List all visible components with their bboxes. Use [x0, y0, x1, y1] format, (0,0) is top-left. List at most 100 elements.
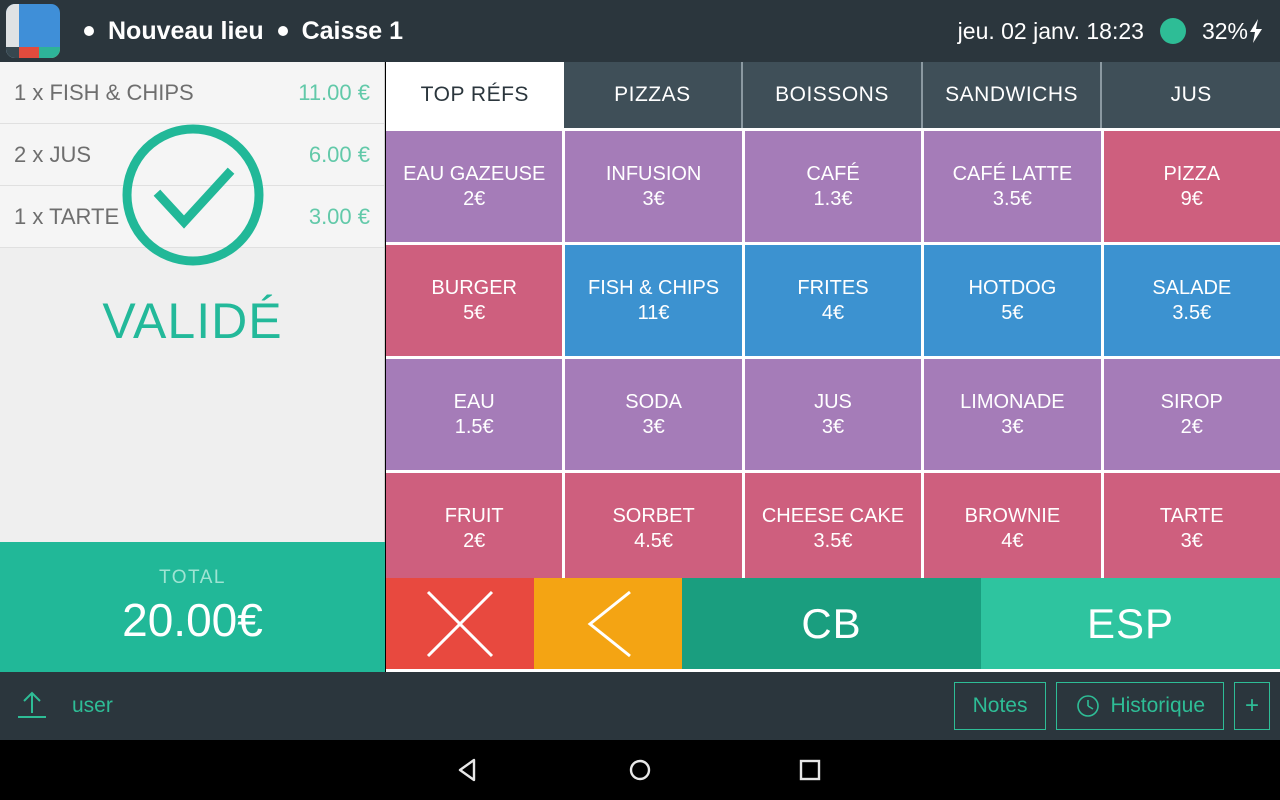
cancel-button[interactable] [386, 578, 534, 669]
bullet-dot-icon [277, 26, 288, 36]
user-label: user [72, 694, 113, 717]
order-line-price: 3.00 € [308, 203, 370, 229]
product-price: 9€ [1180, 187, 1203, 210]
product-name: EAU GAZEUSE [403, 162, 546, 185]
product-price: 3.5€ [992, 187, 1032, 210]
pos-app-screen: Nouveau lieu Caisse 1 jeu. 02 janv. 18:2… [0, 0, 1280, 800]
product-name: SODA [625, 390, 682, 413]
tab-sandwichs[interactable]: SANDWICHS [923, 62, 1103, 128]
product-tile[interactable]: SORBET 4.5€ [565, 473, 742, 584]
product-price: 4€ [1001, 529, 1024, 552]
product-tile[interactable]: FISH & CHIPS 11€ [565, 245, 742, 356]
upload-arrow-icon [18, 691, 46, 718]
product-tile[interactable]: EAU 1.5€ [386, 359, 563, 470]
nav-back-button[interactable] [385, 756, 555, 784]
product-tile[interactable]: CHEESE CAKE 3.5€ [744, 473, 922, 584]
product-tile[interactable]: BROWNIE 4€ [924, 473, 1101, 584]
add-button[interactable]: + [1234, 682, 1270, 730]
product-price: 2€ [1180, 415, 1203, 438]
order-line-label: 1 x FISH & CHIPS [14, 79, 194, 105]
product-price: 5€ [463, 301, 486, 324]
history-button[interactable]: Historique [1056, 682, 1224, 730]
product-name: CHEESE CAKE [761, 504, 905, 527]
tab-jus[interactable]: JUS [1102, 62, 1280, 128]
product-name: INFUSION [605, 162, 702, 185]
product-tile[interactable]: JUS 3€ [744, 359, 922, 470]
product-name: FRUIT [444, 504, 504, 527]
order-line-price: 6.00 € [308, 141, 370, 167]
product-price: 3.5€ [813, 529, 853, 552]
product-tile[interactable]: FRITES 4€ [744, 245, 922, 356]
back-button[interactable] [534, 578, 682, 669]
venue-name: Nouveau lieu [108, 16, 264, 45]
category-tabs: TOP RÉFS PIZZAS BOISSONS SANDWICHS JUS [386, 62, 1280, 128]
status-bar: Nouveau lieu Caisse 1 jeu. 02 janv. 18:2… [0, 0, 1280, 62]
notes-button[interactable]: Notes [953, 682, 1047, 730]
tab-boissons[interactable]: BOISSONS [743, 62, 923, 128]
product-tile[interactable]: LIMONADE 3€ [924, 359, 1101, 470]
product-name: CAFÉ [806, 162, 860, 185]
notes-label: Notes [972, 694, 1028, 717]
order-line-label: 2 x JUS [14, 141, 92, 167]
product-name: BURGER [431, 276, 517, 299]
nav-home-button[interactable] [555, 756, 725, 784]
clock-icon [1077, 695, 1100, 717]
tab-top-refs[interactable]: TOP RÉFS [386, 62, 564, 128]
product-tile[interactable]: INFUSION 3€ [565, 131, 742, 242]
product-price: 1.3€ [813, 187, 853, 210]
product-name: PIZZA [1163, 162, 1221, 185]
order-line-item[interactable]: 1 x TARTE 3.00 € [0, 186, 384, 248]
order-line-item[interactable]: 2 x JUS 6.00 € [0, 124, 384, 186]
android-nav-bar [0, 740, 1280, 800]
product-tile[interactable]: SIROP 2€ [1103, 359, 1280, 470]
home-circle-icon [629, 759, 651, 781]
lightning-bolt-icon [1250, 19, 1262, 43]
user-group[interactable]: user [14, 687, 113, 725]
product-price: 3€ [642, 187, 665, 210]
chevron-left-icon [587, 590, 631, 657]
product-name: JUS [814, 390, 852, 413]
product-price: 5€ [1001, 301, 1024, 324]
product-name: SALADE [1152, 276, 1232, 299]
tab-pizzas[interactable]: PIZZAS [564, 62, 744, 128]
pay-cash-label: ESP [1086, 599, 1175, 647]
nav-recents-button[interactable] [725, 756, 895, 784]
product-tile[interactable]: CAFÉ 1.3€ [744, 131, 922, 242]
product-tile[interactable]: SALADE 3.5€ [1103, 245, 1280, 356]
ticket-panel: 1 x FISH & CHIPS 11.00 € 2 x JUS 6.00 € … [0, 62, 385, 672]
history-label: Historique [1110, 694, 1205, 717]
pay-card-button[interactable]: CB [682, 578, 981, 669]
status-right-group: jeu. 02 janv. 18:23 32% [958, 18, 1264, 45]
product-grid: EAU GAZEUSE 2€ INFUSION 3€ CAFÉ 1.3€ CAFÉ LATT… [386, 128, 1280, 584]
order-line-list: 1 x FISH & CHIPS 11.00 € 2 x JUS 6.00 € … [0, 62, 384, 248]
product-tile[interactable]: FRUIT 2€ [386, 473, 563, 584]
product-tile[interactable]: TARTE 3€ [1103, 473, 1280, 584]
product-tile[interactable]: CAFÉ LATTE 3.5€ [924, 131, 1101, 242]
product-name: LIMONADE [960, 390, 1065, 413]
product-price: 4€ [821, 301, 845, 324]
product-price: 1.5€ [454, 415, 494, 438]
pay-cash-button[interactable]: ESP [981, 578, 1280, 669]
product-price: 11€ [637, 301, 670, 324]
battery-level: 32% [1202, 18, 1264, 45]
product-tile[interactable]: HOTDOG 5€ [924, 245, 1101, 356]
product-name: SORBET [612, 504, 695, 527]
product-tile[interactable]: EAU GAZEUSE 2€ [386, 131, 563, 242]
back-triangle-icon [458, 758, 476, 782]
product-tile[interactable]: SODA 3€ [565, 359, 742, 470]
add-label: + [1244, 692, 1259, 719]
product-name: FISH & CHIPS [588, 276, 720, 299]
product-tile[interactable]: PIZZA 9€ [1103, 131, 1280, 242]
product-tile[interactable]: BURGER 5€ [386, 245, 563, 356]
bottom-toolbar: user Notes Historique + [0, 672, 1280, 740]
product-name: EAU [453, 390, 495, 413]
total-label: TOTAL [159, 567, 226, 588]
catalog-panel: TOP RÉFS PIZZAS BOISSONS SANDWICHS JUS E… [386, 62, 1280, 672]
product-name: TARTE [1159, 504, 1224, 527]
bullet-dot-icon [84, 26, 94, 36]
total-panel: TOTAL 20.00€ [0, 542, 385, 672]
product-name: CAFÉ LATTE [952, 162, 1073, 185]
product-price: 2€ [463, 529, 486, 552]
app-logo-icon [6, 4, 60, 58]
order-line-item[interactable]: 1 x FISH & CHIPS 11.00 € [0, 62, 384, 124]
